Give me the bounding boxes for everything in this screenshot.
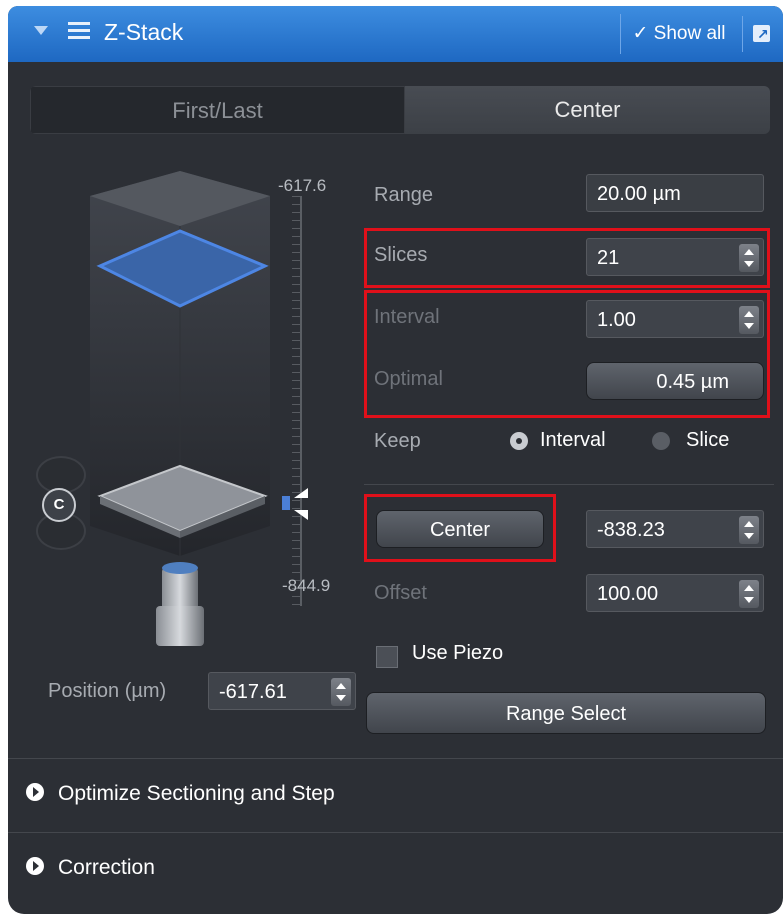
center-knob[interactable]: C [36, 456, 90, 550]
use-piezo-label: Use Piezo [412, 642, 504, 664]
keep-label: Keep [374, 430, 421, 452]
interval-value: 1.00 [597, 309, 636, 331]
zstack-panel: Z-Stack ✓ Show all ↗ First/Last Center -… [8, 6, 783, 914]
optimal-button[interactable]: 0.45 µm [586, 362, 764, 400]
collapse-arrow-icon[interactable] [34, 26, 48, 35]
position-label: Position (µm) [48, 680, 167, 702]
optimal-label: Optimal [374, 368, 443, 390]
range-select-button[interactable]: Range Select [366, 692, 766, 734]
offset-value: 100.00 [597, 583, 659, 605]
z-position-marker-icon[interactable] [280, 484, 310, 534]
keep-slice-radio[interactable] [652, 432, 670, 450]
expand-arrow-icon [26, 857, 44, 876]
panel-title: Z-Stack [104, 19, 184, 45]
interval-label: Interval [374, 306, 440, 328]
center-knob-label: C [42, 488, 76, 522]
offset-field[interactable]: 100.00 [586, 574, 764, 612]
section-divider [8, 832, 783, 833]
divider [364, 484, 774, 485]
title-bar: Z-Stack ✓ Show all ↗ [8, 6, 783, 62]
expand-arrow-icon [26, 783, 44, 802]
tab-center[interactable]: Center [405, 86, 770, 134]
position-value: -617.61 [219, 681, 287, 703]
offset-spinner-icon[interactable] [739, 580, 759, 608]
external-link-icon[interactable]: ↗ [742, 16, 779, 52]
keep-interval-label: Interval [540, 429, 606, 451]
keep-slice-label: Slice [686, 429, 730, 451]
center-button[interactable]: Center [376, 510, 544, 548]
offset-label: Offset [374, 582, 427, 604]
z-scale-bar [300, 196, 302, 606]
section-divider [8, 758, 783, 759]
section-optimize-sectioning[interactable]: Optimize Sectioning and Step [26, 774, 335, 814]
position-spinner-icon[interactable] [331, 678, 351, 706]
keep-slice-option[interactable]: Slice [652, 422, 762, 460]
section-correction-label: Correction [58, 856, 155, 879]
z-top-label: -617.6 [278, 176, 327, 195]
keep-interval-radio[interactable] [510, 432, 528, 450]
hamburger-icon[interactable] [68, 22, 90, 44]
mode-tabs: First/Last Center [30, 86, 770, 134]
tab-first-last[interactable]: First/Last [30, 86, 405, 134]
slices-value: 21 [597, 247, 620, 269]
slices-label: Slices [374, 244, 428, 266]
z-bottom-label: -844.9 [282, 576, 331, 595]
zstack-visualization: -617.6 -844.9 C [30, 166, 350, 706]
interval-spinner-icon[interactable] [739, 306, 759, 334]
show-all-button[interactable]: ✓ Show all [620, 14, 737, 54]
zstack-column-graphic [90, 171, 270, 646]
slices-spinner-icon[interactable] [739, 244, 759, 272]
slices-field[interactable]: 21 [586, 238, 764, 276]
center-position-field[interactable]: -838.23 [586, 510, 764, 548]
range-value: 20.00 µm [586, 174, 764, 212]
center-spinner-icon[interactable] [739, 516, 759, 544]
section-optimize-label: Optimize Sectioning and Step [58, 782, 335, 805]
section-correction[interactable]: Correction [26, 848, 155, 888]
range-label: Range [374, 184, 433, 206]
position-field[interactable]: -617.61 [208, 672, 356, 710]
interval-field[interactable]: 1.00 [586, 300, 764, 338]
keep-interval-option[interactable]: Interval [510, 422, 640, 460]
center-position-value: -838.23 [597, 519, 665, 541]
use-piezo-checkbox[interactable] [376, 646, 398, 668]
